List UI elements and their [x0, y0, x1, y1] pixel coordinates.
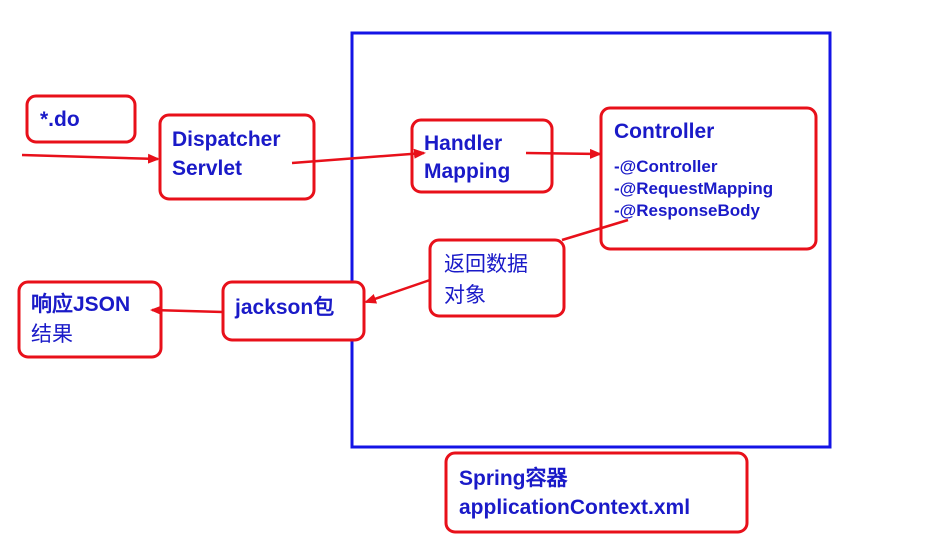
controller-annotation-3: -@ResponseBody — [614, 201, 761, 220]
return-object-label-line2: 对象 — [444, 284, 486, 307]
response-label-line2: 结果 — [31, 323, 73, 346]
spring-container-label-line2: applicationContext.xml — [459, 496, 690, 519]
dispatcher-label-line2: Servlet — [172, 157, 242, 180]
jackson-node: jackson包 — [221, 280, 366, 342]
arrow-request-to-dispatcher — [21, 153, 160, 164]
flow-diagram: *.do Dispatcher Servlet Handler Mapping … — [17, 31, 832, 534]
handler-mapping-label-line1: Handler — [424, 132, 502, 155]
handler-mapping-label-line2: Mapping — [424, 160, 510, 183]
response-node: 响应JSON 结果 — [17, 280, 163, 359]
controller-annotation-2: -@RequestMapping — [614, 179, 773, 198]
controller-annotation-1: -@Controller — [614, 157, 718, 176]
handler-mapping-node: Handler Mapping — [410, 118, 554, 194]
arrow-return-to-jackson — [364, 278, 431, 304]
do-request-node: *.do — [25, 94, 137, 144]
controller-title: Controller — [614, 120, 714, 143]
controller-node: Controller -@Controller -@RequestMapping… — [599, 106, 818, 251]
arrow-handler-to-controller — [525, 148, 602, 159]
response-label-line1: 响应JSON — [31, 292, 130, 316]
do-request-label: *.do — [40, 108, 80, 131]
dispatcher-label-line1: Dispatcher — [172, 128, 281, 151]
jackson-label: jackson包 — [234, 295, 334, 319]
return-object-node: 返回数据 对象 — [428, 238, 566, 318]
spring-container-label-node: Spring容器 applicationContext.xml — [444, 451, 749, 534]
arrow-jackson-to-response — [150, 305, 224, 316]
dispatcher-servlet-node: Dispatcher Servlet — [158, 113, 316, 201]
spring-container-label-line1: Spring容器 — [459, 466, 568, 490]
return-object-label-line1: 返回数据 — [444, 253, 528, 276]
